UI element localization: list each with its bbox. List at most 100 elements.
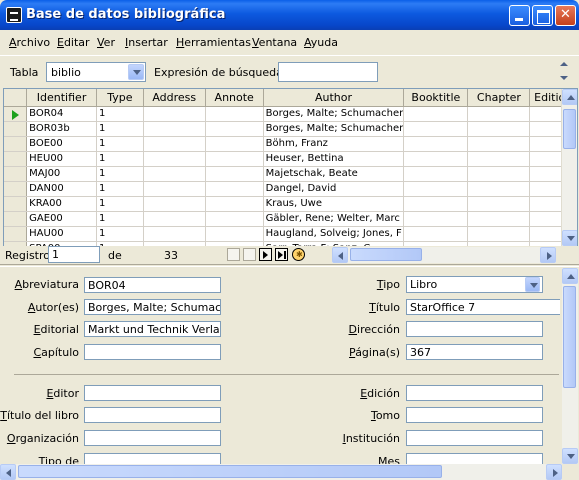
grid-horizontal-scrollbar[interactable] <box>332 247 556 263</box>
table-cell[interactable] <box>143 196 206 212</box>
column-header[interactable]: Type <box>96 89 144 107</box>
table-cell[interactable] <box>143 181 206 197</box>
table-cell[interactable]: BOR04 <box>26 106 97 122</box>
column-header[interactable]: Address <box>143 89 206 107</box>
toolbar-scroll[interactable] <box>557 58 571 86</box>
menu-herramientas[interactable]: Herramientas <box>176 36 251 49</box>
table-cell[interactable]: Majetschak, Beate <box>263 166 405 182</box>
splitter[interactable] <box>0 264 579 267</box>
grid-vertical-scrollbar[interactable] <box>561 89 577 247</box>
table-cell[interactable]: Dangel, David <box>263 181 405 197</box>
column-header[interactable]: Annote <box>205 89 264 107</box>
table-row[interactable]: HAU00 1 Haugland, Solveig; Jones, F <box>4 226 577 242</box>
table-cell[interactable]: Haugland, Solveig; Jones, F <box>263 226 405 242</box>
table-cell[interactable]: 1 <box>96 166 144 182</box>
table-cell[interactable] <box>467 166 531 182</box>
table-cell[interactable] <box>143 211 206 227</box>
table-cell[interactable]: 1 <box>96 226 144 242</box>
table-cell[interactable] <box>205 151 264 167</box>
table-cell[interactable]: Heuser, Bettina <box>263 151 405 167</box>
scroll-thumb[interactable] <box>563 109 576 149</box>
table-cell[interactable]: Böhm, Franz <box>263 136 405 152</box>
minimize-button[interactable] <box>509 5 530 26</box>
form-scroll-left-button[interactable] <box>0 464 16 480</box>
table-cell[interactable] <box>143 226 206 242</box>
table-cell[interactable] <box>205 166 264 182</box>
row-header[interactable] <box>4 181 28 197</box>
table-cell[interactable] <box>143 121 206 137</box>
table-row[interactable]: BOE00 1 Böhm, Franz <box>4 136 577 152</box>
edicion-field[interactable] <box>406 385 543 401</box>
table-cell[interactable]: 1 <box>96 106 144 122</box>
tipo-informe-field[interactable] <box>84 453 221 464</box>
table-cell[interactable]: Gäbler, Rene; Welter, Marc <box>263 211 405 227</box>
table-cell[interactable]: HEU00 <box>26 151 97 167</box>
table-cell[interactable]: KRA00 <box>26 196 97 212</box>
row-header[interactable] <box>4 196 28 212</box>
scroll-up-button[interactable] <box>562 89 577 105</box>
table-cell[interactable]: HAU00 <box>26 226 97 242</box>
titulo-field[interactable]: StarOffice 7 <box>406 299 560 315</box>
search-input[interactable] <box>278 62 378 82</box>
table-cell[interactable] <box>467 151 531 167</box>
table-row[interactable]: DAN00 1 Dangel, David <box>4 181 577 197</box>
table-row[interactable]: BOR04 1 Borges, Malte; Schumacher <box>4 106 577 122</box>
row-header[interactable] <box>4 136 28 152</box>
table-cell[interactable] <box>143 151 206 167</box>
row-header[interactable] <box>4 211 28 227</box>
menu-insertar[interactable]: Insertar <box>125 36 168 49</box>
row-header[interactable] <box>4 121 28 137</box>
row-header[interactable] <box>4 151 28 167</box>
table-cell[interactable] <box>403 121 469 137</box>
table-cell[interactable]: GAE00 <box>26 211 97 227</box>
table-cell[interactable] <box>403 106 469 122</box>
table-row[interactable]: KRA00 1 Kraus, Uwe <box>4 196 577 212</box>
table-row[interactable]: HEU00 1 Heuser, Bettina <box>4 151 577 167</box>
table-row[interactable]: BOR03b 1 Borges, Malte; Schumacher <box>4 121 577 137</box>
table-cell[interactable] <box>403 151 469 167</box>
table-cell[interactable]: 1 <box>96 181 144 197</box>
form-scroll-up-button[interactable] <box>562 268 578 284</box>
table-row[interactable]: MAJ00 1 Majetschak, Beate <box>4 166 577 182</box>
menu-ventana[interactable]: Ventana <box>252 36 297 49</box>
titulo-libro-field[interactable] <box>84 407 221 423</box>
table-cell[interactable] <box>467 226 531 242</box>
last-record-button[interactable] <box>275 248 288 261</box>
table-cell[interactable] <box>467 181 531 197</box>
scroll-left-button[interactable] <box>332 247 348 263</box>
mes-field[interactable] <box>406 453 543 464</box>
chevron-down-icon[interactable] <box>525 277 540 292</box>
table-cell[interactable] <box>205 196 264 212</box>
table-cell[interactable] <box>205 106 264 122</box>
table-cell[interactable] <box>143 106 206 122</box>
table-cell[interactable]: BOR03b <box>26 121 97 137</box>
chevron-down-icon[interactable] <box>128 64 144 80</box>
table-cell[interactable] <box>205 211 264 227</box>
form-scroll-down-button[interactable] <box>562 448 578 464</box>
new-record-button[interactable]: ✱ <box>292 248 305 261</box>
table-cell[interactable] <box>467 106 531 122</box>
paginas-field[interactable]: 367 <box>406 344 543 360</box>
table-cell[interactable]: 1 <box>96 211 144 227</box>
table-cell[interactable] <box>143 136 206 152</box>
table-cell[interactable]: 1 <box>96 151 144 167</box>
capitulo-field[interactable] <box>84 344 221 360</box>
table-cell[interactable]: Borges, Malte; Schumacher <box>263 106 405 122</box>
form-scroll-thumb[interactable] <box>563 286 576 388</box>
table-cell[interactable] <box>205 121 264 137</box>
column-header[interactable]: Booktitle <box>403 89 469 107</box>
table-cell[interactable] <box>467 121 531 137</box>
institucion-field[interactable] <box>406 430 543 446</box>
form-scroll-right-button[interactable] <box>546 464 562 480</box>
table-cell[interactable] <box>403 181 469 197</box>
table-cell[interactable]: Borges, Malte; Schumacher <box>263 121 405 137</box>
menu-editar[interactable]: Editar <box>57 36 90 49</box>
table-cell[interactable] <box>403 136 469 152</box>
table-cell[interactable] <box>403 166 469 182</box>
form-h-scroll-thumb[interactable] <box>18 465 442 478</box>
row-header[interactable] <box>4 166 28 182</box>
table-row[interactable]: GAE00 1 Gäbler, Rene; Welter, Marc <box>4 211 577 227</box>
table-cell[interactable] <box>205 226 264 242</box>
direccion-field[interactable] <box>406 321 543 337</box>
table-cell[interactable] <box>467 211 531 227</box>
